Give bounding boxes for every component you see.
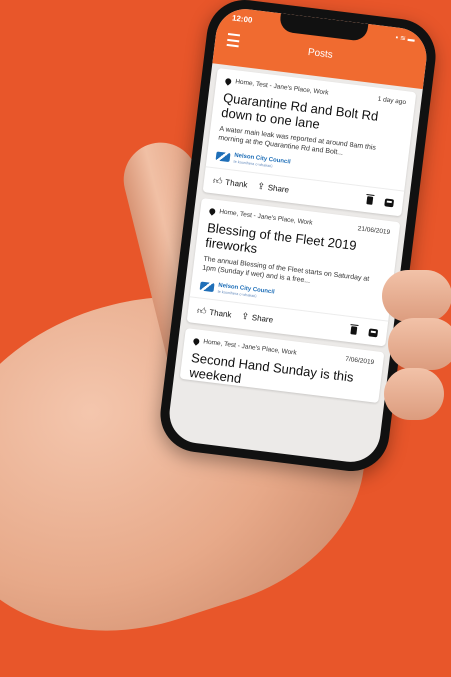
post-card[interactable]: Home, Test - Jane's Place, Work 21/06/20… — [186, 198, 401, 347]
share-button[interactable]: ⇪ Share — [257, 181, 290, 196]
thank-button[interactable]: 👍︎ Thank — [212, 175, 248, 190]
location-pin-icon — [224, 76, 233, 86]
bus-icon[interactable] — [384, 197, 395, 207]
council-logo-icon — [215, 151, 231, 163]
bus-icon[interactable] — [368, 327, 379, 337]
thank-label: Thank — [224, 177, 248, 190]
post-date: 1 day ago — [377, 95, 407, 107]
thank-label: Thank — [208, 307, 233, 320]
hand-finger — [382, 270, 451, 322]
location-pin-icon — [192, 336, 201, 346]
share-icon: ⇪ — [256, 180, 266, 192]
hand-finger — [388, 318, 451, 370]
share-label: Share — [267, 182, 290, 195]
thumbs-up-icon: 👍︎ — [196, 305, 208, 317]
post-date: 7/06/2019 — [344, 355, 375, 367]
location-pin-icon — [208, 206, 217, 216]
share-button[interactable]: ⇪ Share — [241, 311, 274, 326]
status-icons: ▪ ≋ ▬ — [395, 34, 416, 44]
post-card[interactable]: Home, Test - Jane's Place, Work 1 day ag… — [202, 67, 417, 217]
hand-finger — [384, 368, 444, 420]
post-date: 21/06/2019 — [357, 225, 391, 237]
share-label: Share — [251, 313, 274, 325]
thank-button[interactable]: 👍︎ Thank — [196, 305, 232, 320]
council-logo-icon — [199, 281, 215, 293]
share-icon: ⇪ — [240, 310, 250, 322]
thumbs-up-icon: 👍︎ — [212, 175, 224, 187]
delete-icon[interactable] — [350, 325, 358, 335]
posts-list: Home, Test - Jane's Place, Work 1 day ag… — [179, 67, 417, 409]
status-time: 12:00 — [231, 13, 253, 25]
delete-icon[interactable] — [366, 195, 374, 205]
